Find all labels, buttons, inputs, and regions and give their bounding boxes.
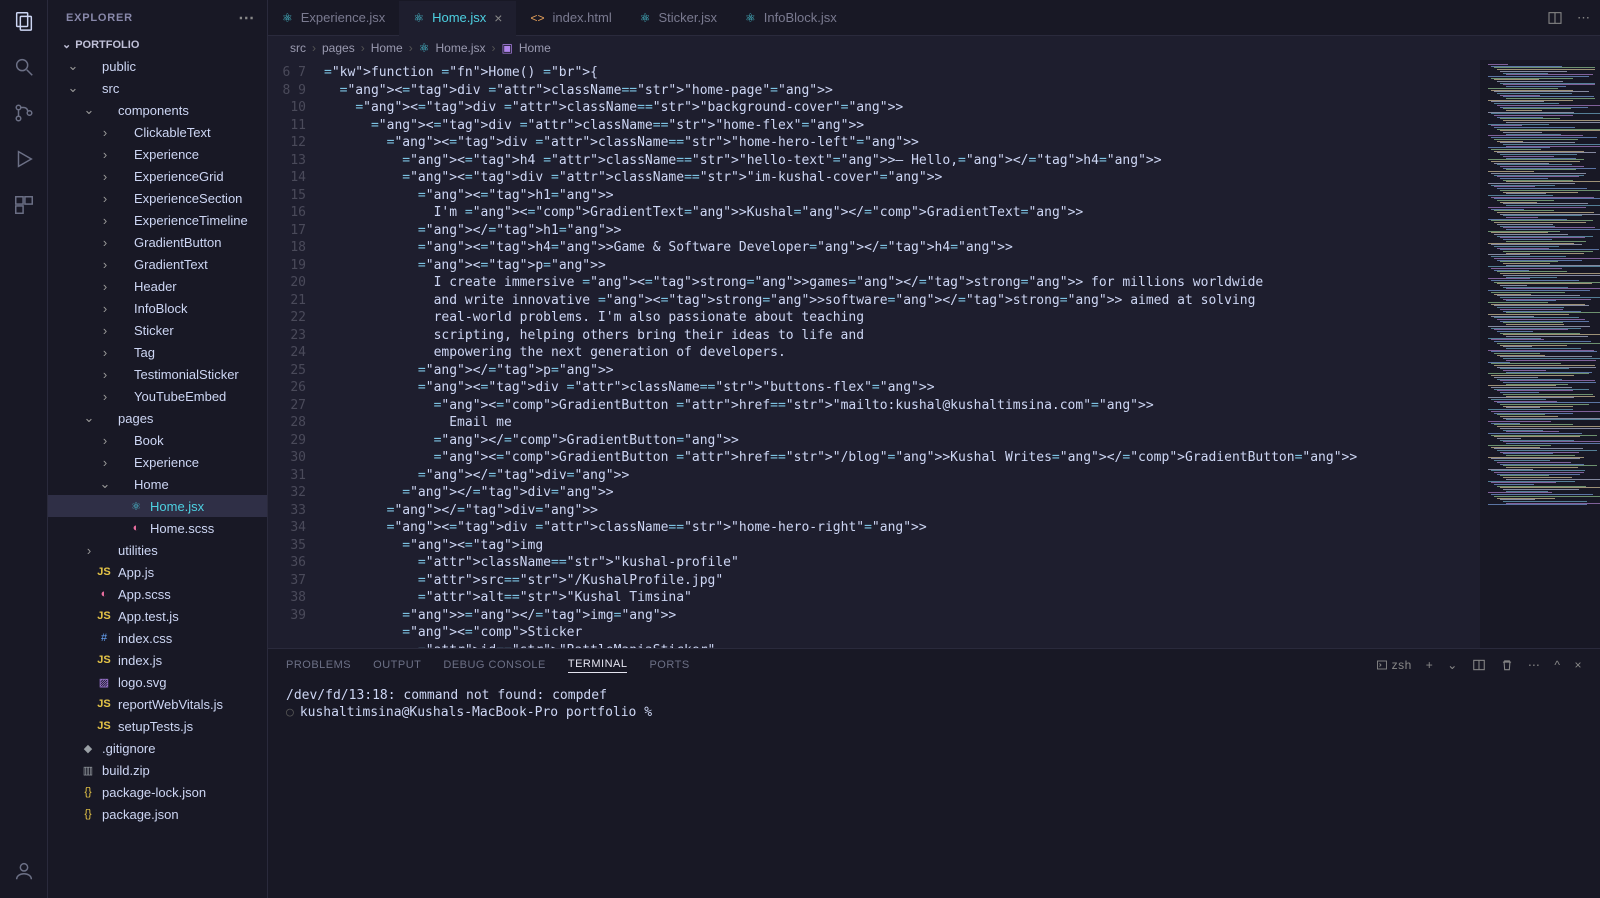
tree-item[interactable]: ▥build.zip <box>48 759 267 781</box>
explorer-title: EXPLORER <box>66 12 133 24</box>
tab-home[interactable]: ⚛Home.jsx× <box>399 1 516 36</box>
tree-item[interactable]: ›ExperienceSection <box>48 187 267 209</box>
tree-item[interactable]: ⌄components <box>48 99 267 121</box>
panel-tab-ports[interactable]: PORTS <box>649 659 689 671</box>
tree-item[interactable]: ›Book <box>48 429 267 451</box>
tree-item[interactable]: ⚛Home.jsx <box>48 495 267 517</box>
panel-tab-problems[interactable]: PROBLEMS <box>286 659 351 671</box>
breadcrumbs[interactable]: src› pages› Home› ⚛Home.jsx› ▣Home <box>268 36 1600 60</box>
tree-item[interactable]: ◆.gitignore <box>48 737 267 759</box>
tree-item[interactable]: JSApp.js <box>48 561 267 583</box>
tab-infoblock[interactable]: ⚛InfoBlock.jsx <box>731 0 851 35</box>
tree-item[interactable]: ›ClickableText <box>48 121 267 143</box>
tab-experience[interactable]: ⚛Experience.jsx <box>268 0 399 35</box>
tree-item[interactable]: ›GradientButton <box>48 231 267 253</box>
tab-index-html[interactable]: <>index.html <box>516 0 625 35</box>
terminal-content[interactable]: /dev/fd/13:18: command not found: compde… <box>268 681 1600 898</box>
terminal-dropdown-icon[interactable]: ⌄ <box>1447 658 1458 672</box>
file-tree: ⌄public⌄src⌄components›ClickableText›Exp… <box>48 55 267 898</box>
tree-item[interactable]: ◐Home.scss <box>48 517 267 539</box>
close-icon[interactable]: × <box>494 10 502 26</box>
source-control-icon[interactable] <box>11 100 37 126</box>
tree-item[interactable]: ▨logo.svg <box>48 671 267 693</box>
tab-sticker[interactable]: ⚛Sticker.jsx <box>626 0 731 35</box>
panel-more-icon[interactable]: ⋯ <box>1528 658 1541 672</box>
tree-item[interactable]: ›Sticker <box>48 319 267 341</box>
panel-tab-terminal[interactable]: TERMINAL <box>568 658 628 673</box>
panel-tab-debug[interactable]: DEBUG CONSOLE <box>443 659 545 671</box>
panel-close-icon[interactable]: × <box>1574 658 1582 672</box>
trash-icon[interactable] <box>1500 658 1514 672</box>
tree-item[interactable]: ›utilities <box>48 539 267 561</box>
tree-item[interactable]: ›InfoBlock <box>48 297 267 319</box>
tree-item[interactable]: ›Header <box>48 275 267 297</box>
search-icon[interactable] <box>11 54 37 80</box>
tree-item[interactable]: ›YouTubeEmbed <box>48 385 267 407</box>
tree-item[interactable]: ›Tag <box>48 341 267 363</box>
explorer-sidebar: EXPLORER ⋯ ⌄PORTFOLIO ⌄public⌄src⌄compon… <box>48 0 268 898</box>
tree-item[interactable]: JSindex.js <box>48 649 267 671</box>
tree-item[interactable]: ›ExperienceGrid <box>48 165 267 187</box>
new-terminal-icon[interactable]: + <box>1426 658 1434 672</box>
terminal-line: /dev/fd/13:18: command not found: compde… <box>286 687 1582 704</box>
split-terminal-icon[interactable] <box>1472 658 1486 672</box>
run-debug-icon[interactable] <box>11 146 37 172</box>
tree-item[interactable]: {}package-lock.json <box>48 781 267 803</box>
split-editor-icon[interactable] <box>1547 10 1563 26</box>
terminal-line: ○kushaltimsina@Kushals-MacBook-Pro portf… <box>286 704 1582 721</box>
terminal-shell-select[interactable]: zsh <box>1376 658 1412 672</box>
tree-item[interactable]: ›GradientText <box>48 253 267 275</box>
minimap[interactable] <box>1480 60 1600 648</box>
project-title[interactable]: ⌄PORTFOLIO <box>48 34 267 55</box>
bottom-panel: PROBLEMS OUTPUT DEBUG CONSOLE TERMINAL P… <box>268 648 1600 898</box>
panel-maximize-icon[interactable]: ^ <box>1554 658 1560 672</box>
tree-item[interactable]: ◐App.scss <box>48 583 267 605</box>
activity-bar <box>0 0 48 898</box>
tree-item[interactable]: ⌄public <box>48 55 267 77</box>
tree-item[interactable]: ›TestimonialSticker <box>48 363 267 385</box>
line-gutter: 6 7 8 9 10 11 12 13 14 15 16 17 18 19 20… <box>268 60 318 648</box>
tree-item[interactable]: {}package.json <box>48 803 267 825</box>
code-editor[interactable]: ="kw">function ="fn">Home() ="br">{ ="an… <box>318 60 1480 648</box>
tree-item[interactable]: JSreportWebVitals.js <box>48 693 267 715</box>
extensions-icon[interactable] <box>11 192 37 218</box>
tree-item[interactable]: #index.css <box>48 627 267 649</box>
tree-item[interactable]: ⌄pages <box>48 407 267 429</box>
tree-item[interactable]: JSApp.test.js <box>48 605 267 627</box>
explorer-more-icon[interactable]: ⋯ <box>238 8 255 28</box>
tree-item[interactable]: ⌄src <box>48 77 267 99</box>
tree-item[interactable]: JSsetupTests.js <box>48 715 267 737</box>
tree-item[interactable]: ›Experience <box>48 451 267 473</box>
tree-item[interactable]: ›ExperienceTimeline <box>48 209 267 231</box>
more-actions-icon[interactable]: ⋯ <box>1577 10 1590 26</box>
editor-tabs: ⚛Experience.jsx ⚛Home.jsx× <>index.html … <box>268 0 1600 36</box>
editor-area: ⚛Experience.jsx ⚛Home.jsx× <>index.html … <box>268 0 1600 898</box>
explorer-icon[interactable] <box>11 8 37 34</box>
panel-tab-output[interactable]: OUTPUT <box>373 659 421 671</box>
tree-item[interactable]: ›Experience <box>48 143 267 165</box>
tree-item[interactable]: ⌄Home <box>48 473 267 495</box>
account-icon[interactable] <box>11 858 37 884</box>
